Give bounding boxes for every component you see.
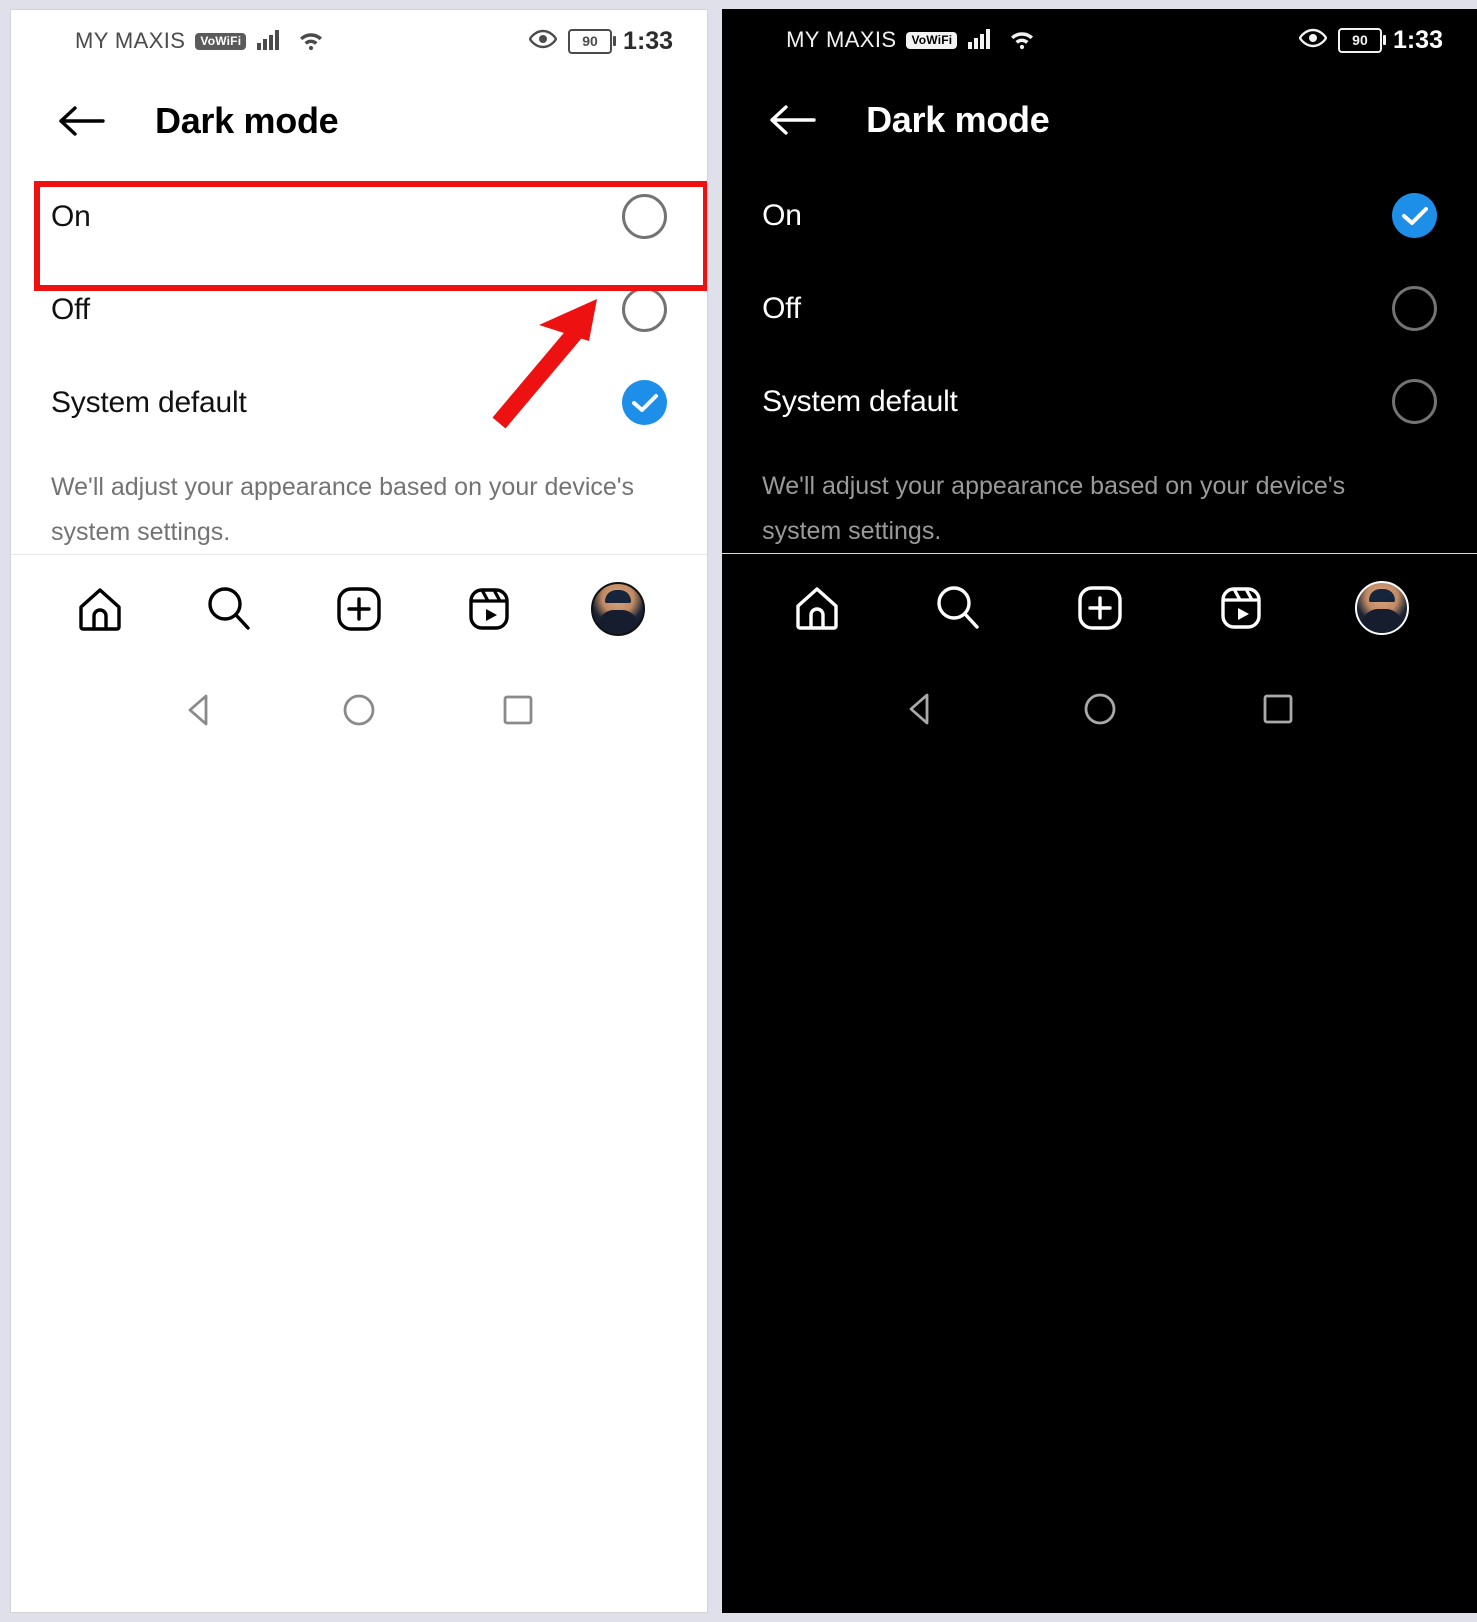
status-bar-left: MY MAXIS VoWiFi [786, 26, 1037, 55]
option-label: System default [51, 385, 247, 419]
dark-mode-options-light: On Off System default [11, 170, 707, 449]
app-bar-dark: Dark mode [722, 71, 1477, 169]
tab-bar-light [11, 554, 708, 662]
option-label: System default [762, 384, 958, 418]
cellular-signal-icon [256, 27, 286, 56]
add-post-icon[interactable] [320, 570, 398, 648]
panel-divider [708, 0, 723, 1622]
android-home-icon[interactable] [1070, 679, 1130, 739]
radio-system-default[interactable] [1392, 379, 1437, 424]
android-nav-bar-dark [722, 661, 1477, 757]
radio-off[interactable] [622, 287, 668, 332]
clock: 1:33 [1392, 25, 1443, 54]
vowifi-badge: VoWiFi [195, 32, 247, 50]
avatar [591, 581, 646, 636]
option-row-off[interactable]: Off [51, 263, 668, 356]
radio-on[interactable] [1392, 193, 1437, 238]
option-row-system-default[interactable]: System default [762, 355, 1437, 448]
options-description: We'll adjust your appearance based on yo… [762, 472, 1346, 545]
cellular-signal-icon [967, 26, 997, 55]
option-row-on[interactable]: On [762, 169, 1437, 262]
phone-screen-dark: MY MAXIS VoWiFi 90 1:33 Dark mode On Off… [722, 9, 1477, 1613]
back-arrow-icon[interactable] [762, 90, 822, 150]
page-title: Dark mode [866, 99, 1050, 140]
radio-on[interactable] [622, 194, 668, 239]
app-bar-light: Dark mode [11, 72, 707, 170]
status-bar-right: 90 1:33 [1298, 25, 1443, 55]
android-home-icon[interactable] [329, 680, 389, 740]
option-label: Off [762, 291, 801, 325]
profile-avatar[interactable] [579, 570, 657, 648]
option-label: On [762, 198, 802, 232]
search-icon[interactable] [919, 569, 997, 647]
add-post-icon[interactable] [1061, 569, 1139, 647]
reels-icon[interactable] [450, 570, 528, 648]
option-label: On [51, 199, 91, 233]
status-bar-dark: MY MAXIS VoWiFi 90 1:33 [722, 9, 1477, 71]
option-row-on[interactable]: On [51, 170, 668, 263]
battery-level: 90 [1352, 32, 1368, 48]
radio-off[interactable] [1392, 286, 1437, 331]
option-row-off[interactable]: Off [762, 262, 1437, 355]
carrier-label: MY MAXIS [75, 28, 186, 53]
status-bar-left: MY MAXIS VoWiFi [75, 27, 326, 56]
wifi-icon [296, 27, 326, 56]
eye-icon [1298, 28, 1328, 53]
android-recents-icon[interactable] [488, 680, 548, 740]
android-back-icon[interactable] [170, 680, 230, 740]
android-back-icon[interactable] [891, 679, 951, 739]
battery-level: 90 [582, 33, 598, 49]
battery-indicator: 90 [1337, 27, 1386, 53]
search-icon[interactable] [190, 570, 268, 648]
screenshot-stage: MY MAXIS VoWiFi 90 1:33 Dark mode On Off… [0, 0, 1477, 1622]
page-title: Dark mode [155, 100, 339, 141]
avatar [1355, 580, 1410, 635]
back-arrow-icon[interactable] [51, 91, 111, 151]
eye-icon [528, 29, 558, 54]
phone-screen-light: MY MAXIS VoWiFi 90 1:33 Dark mode On Off… [10, 9, 709, 1613]
clock: 1:33 [623, 26, 674, 55]
android-nav-bar-light [11, 662, 707, 758]
android-recents-icon[interactable] [1248, 679, 1308, 739]
option-row-system-default[interactable]: System default [51, 356, 668, 449]
dark-mode-options-dark: On Off System default [722, 169, 1477, 448]
status-bar-light: MY MAXIS VoWiFi 90 1:33 [11, 10, 707, 72]
options-description: We'll adjust your appearance based on yo… [51, 473, 635, 546]
radio-system-default[interactable] [622, 380, 668, 425]
home-icon[interactable] [778, 569, 856, 647]
battery-indicator: 90 [568, 28, 617, 54]
home-icon[interactable] [61, 570, 139, 648]
option-label: Off [51, 292, 90, 326]
status-bar-right: 90 1:33 [528, 26, 674, 56]
profile-avatar[interactable] [1343, 569, 1421, 647]
carrier-label: MY MAXIS [786, 27, 897, 52]
tab-bar-dark [722, 553, 1477, 661]
vowifi-badge: VoWiFi [906, 31, 958, 49]
reels-icon[interactable] [1202, 569, 1280, 647]
wifi-icon [1007, 26, 1037, 55]
